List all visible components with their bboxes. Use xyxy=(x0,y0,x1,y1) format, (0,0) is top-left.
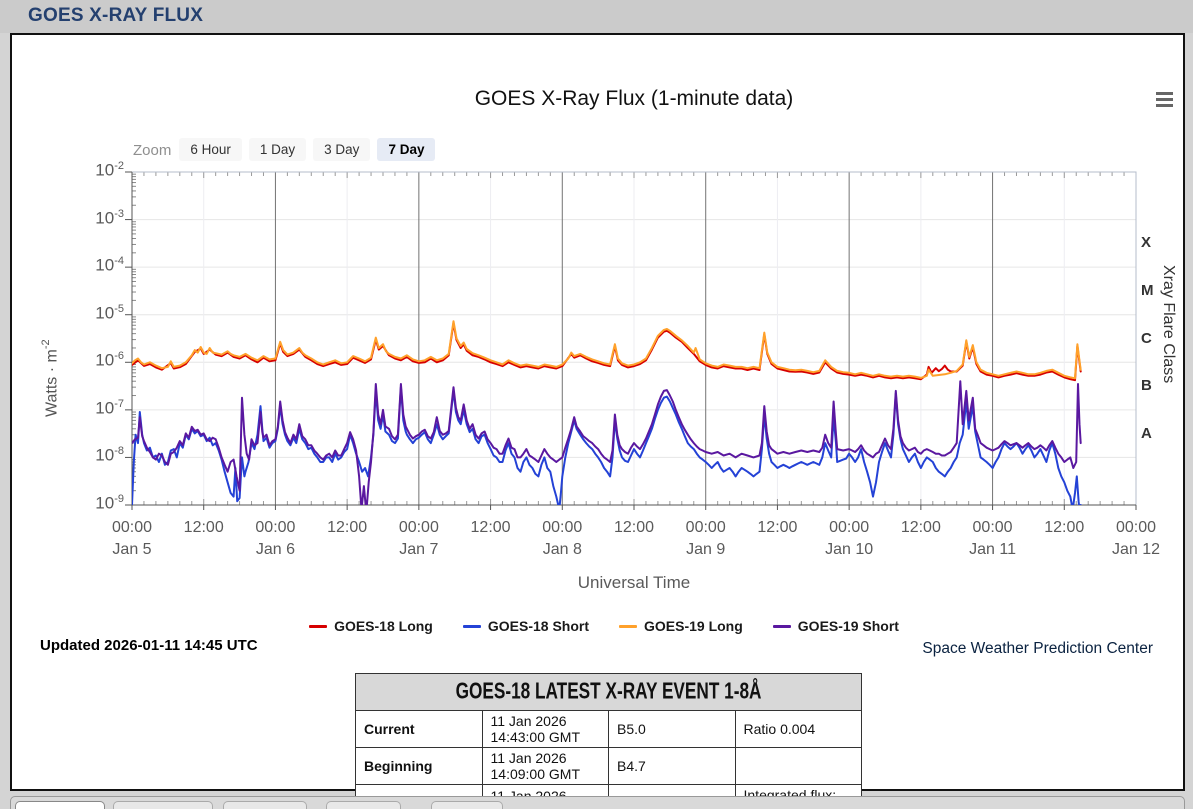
event-table-header: GOES-18 LATEST X-RAY EVENT 1-8Å xyxy=(356,674,862,711)
bottom-tab-5[interactable] xyxy=(431,801,503,809)
flare-class-label: B xyxy=(1141,377,1152,394)
x-tick-time: 00:00 xyxy=(963,519,1023,537)
cell-time: 11 Jan 2026 14:09:00 GMT xyxy=(482,748,609,785)
y-axis-title: Watts · m-2 xyxy=(40,257,61,417)
zoom-button-7-day[interactable]: 7 Day xyxy=(377,138,435,161)
x-tick-time: 12:00 xyxy=(461,519,521,537)
x-tick-date: Jan 7 xyxy=(389,541,449,559)
zoom-buttons: 6 Hour 1 Day 3 Day 7 Day xyxy=(179,141,442,159)
event-table-title: GOES-18 LATEST X-RAY EVENT 1-8Å xyxy=(456,679,762,705)
x-tick-time: 00:00 xyxy=(389,519,449,537)
chart-title: GOES X-Ray Flux (1-minute data) xyxy=(132,87,1136,111)
event-row-current: Current11 Jan 2026 14:43:00 GMTB5.0Ratio… xyxy=(356,711,862,748)
y-tick-label: 10-5 xyxy=(52,303,124,324)
y-tick-label: 10-4 xyxy=(52,255,124,276)
x-tick-time: 12:00 xyxy=(604,519,664,537)
zoom-button-3-day[interactable]: 3 Day xyxy=(313,138,370,161)
legend-item-goes-18-short[interactable]: GOES-18 Short xyxy=(463,618,589,634)
chart-card: GOES X-Ray Flux (1-minute data) Zoom 6 H… xyxy=(10,33,1185,791)
y-tick-label: 10-6 xyxy=(52,350,124,371)
flare-class-label: C xyxy=(1141,330,1152,347)
legend-swatch xyxy=(309,625,327,628)
hamburger-menu-icon[interactable] xyxy=(1156,92,1176,109)
x-axis-title: Universal Time xyxy=(132,573,1136,593)
x-tick-time: 00:00 xyxy=(245,519,305,537)
legend-swatch xyxy=(773,625,791,628)
x-tick-date: Jan 12 xyxy=(1106,541,1166,559)
x-tick-time: 12:00 xyxy=(1034,519,1094,537)
cell-info: Ratio 0.004 xyxy=(735,711,862,748)
x-tick-time: 00:00 xyxy=(819,519,879,537)
x-tick-time: 12:00 xyxy=(174,519,234,537)
x-tick-date: Jan 5 xyxy=(102,541,162,559)
page-header-bar: GOES X-RAY FLUX xyxy=(0,0,1193,33)
updated-timestamp: Updated 2026-01-11 14:45 UTC xyxy=(40,637,258,654)
legend-item-goes-19-short[interactable]: GOES-19 Short xyxy=(773,618,899,634)
x-tick-time: 12:00 xyxy=(317,519,377,537)
zoom-button-6-hour[interactable]: 6 Hour xyxy=(179,138,242,161)
x-tick-time: 00:00 xyxy=(1106,519,1166,537)
legend-series-name: GOES-18 Short xyxy=(488,618,589,634)
x-tick-time: 00:00 xyxy=(102,519,162,537)
x-tick-date: Jan 8 xyxy=(532,541,592,559)
bottom-tab-3[interactable] xyxy=(223,801,307,809)
zoom-button-1-day[interactable]: 1 Day xyxy=(249,138,306,161)
zoom-range-selector: Zoom 6 Hour 1 Day 3 Day 7 Day xyxy=(133,138,442,162)
x-tick-date: Jan 6 xyxy=(245,541,305,559)
bottom-tab-4[interactable] xyxy=(326,801,401,809)
legend-series-name: GOES-19 Short xyxy=(798,618,899,634)
swpc-credit: Space Weather Prediction Center xyxy=(922,640,1153,658)
zoom-label: Zoom xyxy=(133,142,171,159)
y2-axis-title: Xray Flare Class xyxy=(1159,265,1177,383)
x-tick-time: 12:00 xyxy=(891,519,951,537)
flare-class-label: X xyxy=(1141,234,1151,251)
legend-item-goes-18-long[interactable]: GOES-18 Long xyxy=(309,618,433,634)
flux-plot[interactable] xyxy=(132,172,1136,505)
cell-label: Current xyxy=(356,711,483,748)
legend-series-name: GOES-18 Long xyxy=(334,618,433,634)
y-tick-label: 10-7 xyxy=(52,398,124,419)
xray-event-table: GOES-18 LATEST X-RAY EVENT 1-8Å Current1… xyxy=(355,673,862,809)
page: GOES X-RAY FLUX GOES X-Ray Flux (1-minut… xyxy=(0,0,1193,809)
legend-swatch xyxy=(619,625,637,628)
cell-time: 11 Jan 2026 14:43:00 GMT xyxy=(482,711,609,748)
bottom-tab-1[interactable] xyxy=(15,801,105,809)
y-tick-label: 10-9 xyxy=(52,493,124,514)
hamburger-bar xyxy=(1156,104,1173,107)
x-tick-date: Jan 9 xyxy=(676,541,736,559)
hamburger-bar xyxy=(1156,92,1173,95)
x-tick-time: 12:00 xyxy=(747,519,807,537)
legend-swatch xyxy=(463,625,481,628)
legend-series-name: GOES-19 Long xyxy=(644,618,743,634)
y-tick-label: 10-3 xyxy=(52,208,124,229)
x-tick-time: 00:00 xyxy=(676,519,736,537)
page-title: GOES X-RAY FLUX xyxy=(28,5,203,27)
legend-item-goes-19-long[interactable]: GOES-19 Long xyxy=(619,618,743,634)
bottom-tab-strip xyxy=(10,796,1185,809)
x-tick-time: 00:00 xyxy=(532,519,592,537)
y-tick-label: 10-2 xyxy=(52,160,124,181)
x-tick-date: Jan 11 xyxy=(963,541,1023,559)
bottom-tab-2[interactable] xyxy=(113,801,213,809)
cell-class: B5.0 xyxy=(609,711,736,748)
flare-class-label: M xyxy=(1141,282,1154,299)
y-tick-label: 10-8 xyxy=(52,445,124,466)
cell-info xyxy=(735,748,862,785)
event-row-beginning: Beginning11 Jan 2026 14:09:00 GMTB4.7 xyxy=(356,748,862,785)
cell-label: Beginning xyxy=(356,748,483,785)
flare-class-label: A xyxy=(1141,425,1152,442)
hamburger-bar xyxy=(1156,98,1173,101)
chart-legend: GOES-18 Long GOES-18 Short GOES-19 Long GOE… xyxy=(132,618,1076,634)
x-tick-date: Jan 10 xyxy=(819,541,879,559)
cell-class: B4.7 xyxy=(609,748,736,785)
